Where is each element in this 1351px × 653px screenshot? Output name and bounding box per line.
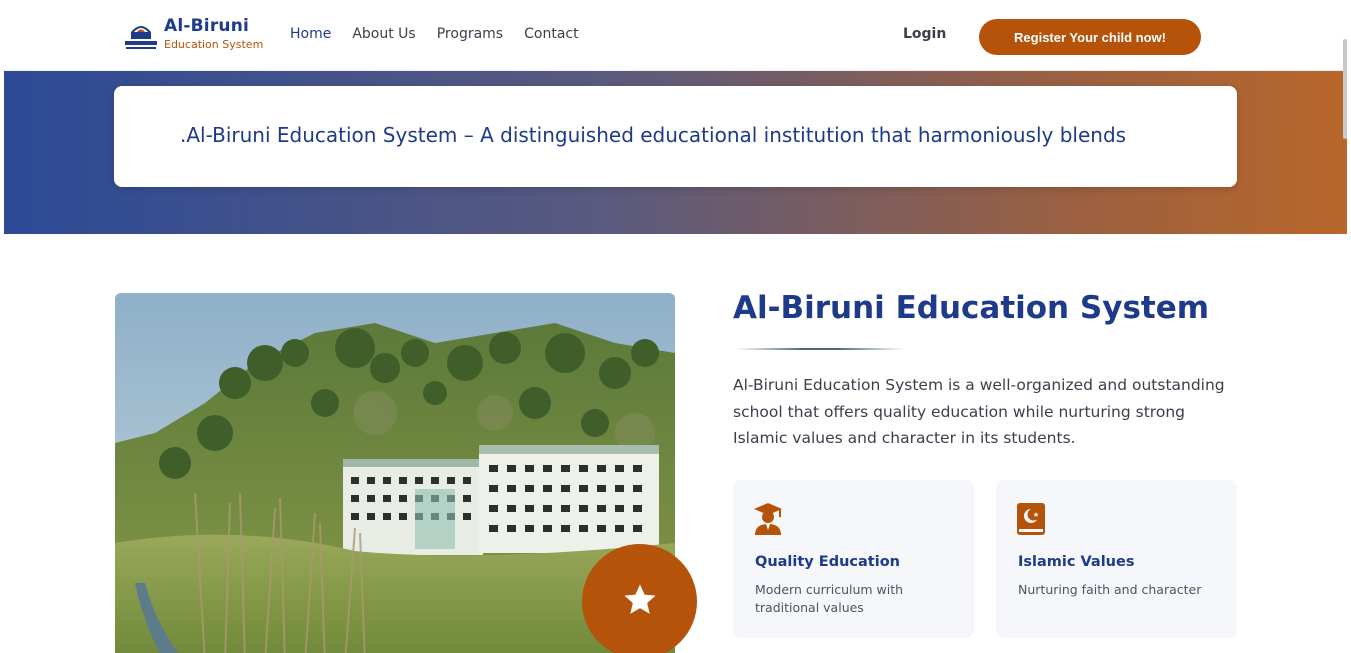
logo[interactable]: Al-Biruni Education System <box>122 18 263 54</box>
feature-card-islamic-values: Islamic Values Nurturing faith and chara… <box>996 480 1237 638</box>
about-title: Al-Biruni Education System <box>733 290 1210 326</box>
feature-card-quality-education: Quality Education Modern curriculum with… <box>733 480 974 638</box>
title-divider <box>736 348 904 350</box>
star-icon <box>621 582 659 622</box>
nav-home[interactable]: Home <box>290 26 331 42</box>
register-child-button[interactable]: Register Your child now! <box>979 19 1201 55</box>
feature-title: Islamic Values <box>1018 554 1135 570</box>
nav-about-us[interactable]: About Us <box>352 26 415 42</box>
page-scrollbar[interactable] <box>1343 39 1347 139</box>
main-nav: Home About Us Programs Contact <box>290 26 579 42</box>
quran-book-icon <box>1016 502 1046 536</box>
nav-programs[interactable]: Programs <box>437 26 503 42</box>
brand-title: Al-Biruni <box>164 16 250 36</box>
logo-emblem-icon <box>122 18 160 54</box>
graduate-icon <box>753 502 783 536</box>
feature-title: Quality Education <box>755 554 900 570</box>
login-link[interactable]: Login <box>903 26 946 42</box>
star-badge <box>582 544 697 653</box>
site-header: Al-Biruni Education System Home About Us… <box>4 4 1347 71</box>
about-description: Al-Biruni Education System is a well-org… <box>733 376 1225 447</box>
feature-description: Nurturing faith and character <box>1018 582 1202 597</box>
announcement-text: .Al-Biruni Education System – A distingu… <box>180 123 1127 147</box>
page: Al-Biruni Education System Home About Us… <box>4 4 1347 653</box>
announcement-banner: .Al-Biruni Education System – A distingu… <box>4 71 1347 234</box>
feature-description: Modern curriculum with traditional value… <box>755 582 904 615</box>
nav-contact[interactable]: Contact <box>524 26 578 42</box>
brand-subtitle: Education System <box>164 38 264 51</box>
announcement-card: .Al-Biruni Education System – A distingu… <box>114 86 1237 187</box>
